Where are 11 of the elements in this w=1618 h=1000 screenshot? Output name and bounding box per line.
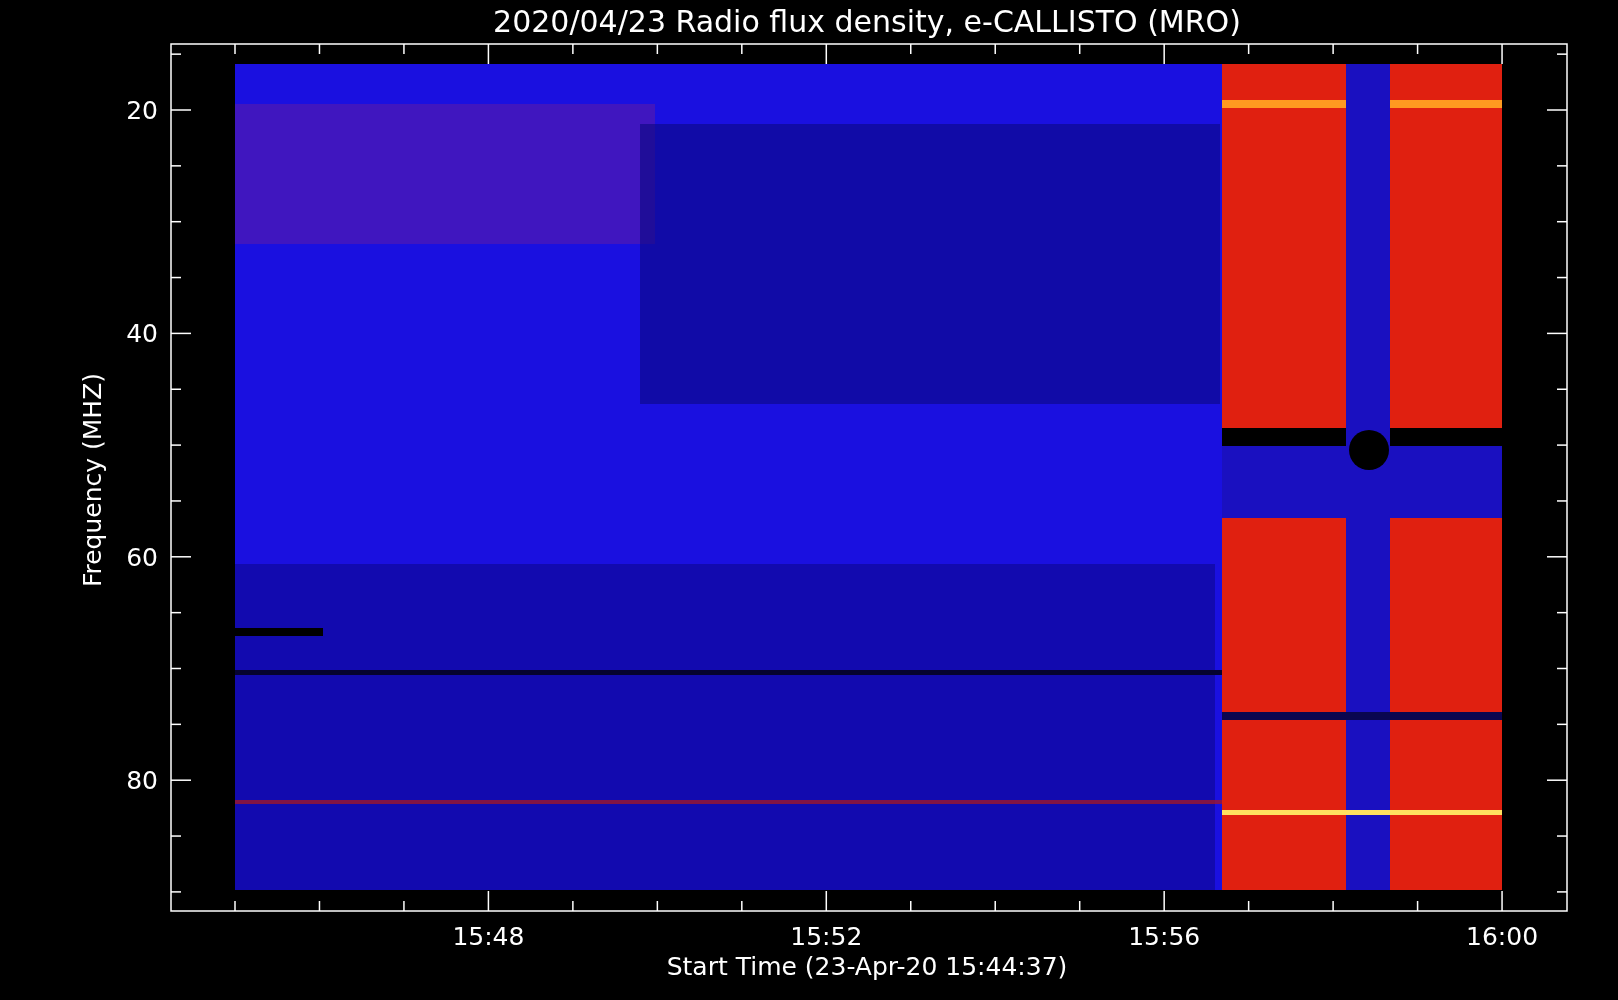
x-tick-label: 16:00 — [1466, 922, 1539, 951]
y-tick-label: 60 — [126, 542, 158, 572]
x-tick-label: 15:48 — [452, 922, 525, 951]
y-tick-label: 80 — [126, 766, 158, 796]
x-tick-label: 15:56 — [1128, 922, 1201, 951]
y-tick-label: 20 — [126, 96, 158, 125]
x-axis-title: Start Time (23-Apr-20 15:44:37) — [666, 952, 1068, 981]
y-tick-label: 40 — [126, 319, 158, 349]
chart-title: 2020/04/23 Radio flux density, e-CALLISTO (MRO) — [493, 4, 1241, 39]
y-axis-title: Frequency (MHZ) — [78, 372, 107, 588]
x-tick-label: 15:52 — [790, 922, 863, 951]
